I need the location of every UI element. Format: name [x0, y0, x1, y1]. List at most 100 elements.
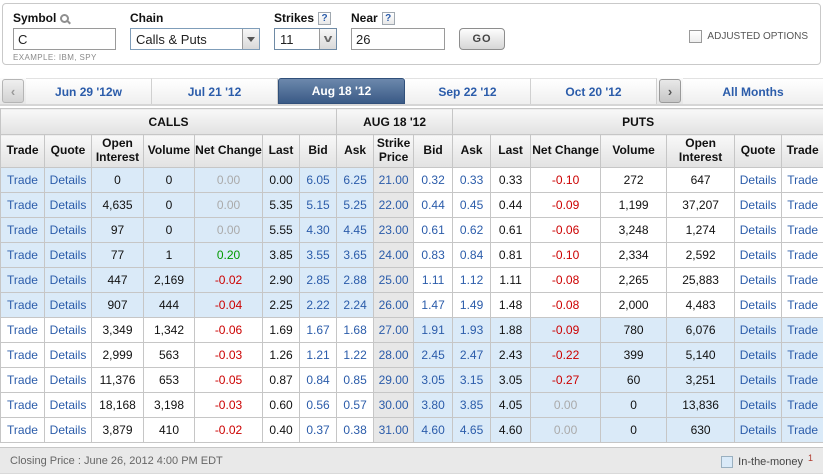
calls-details-link[interactable]: Details — [44, 167, 92, 193]
tab-all-months[interactable]: All Months — [683, 78, 823, 104]
puts-trade-link[interactable]: Trade — [781, 292, 823, 318]
calls-details-link[interactable]: Details — [44, 267, 92, 293]
calls-details-link[interactable]: Details — [44, 292, 92, 318]
strike-price[interactable]: 29.00 — [373, 367, 415, 393]
strike-price[interactable]: 21.00 — [373, 167, 415, 193]
next-expirations-arrow[interactable]: › — [659, 79, 681, 103]
puts-ask[interactable]: 0.62 — [452, 217, 492, 243]
puts-ask[interactable]: 3.15 — [452, 367, 492, 393]
puts-ask[interactable]: 1.93 — [452, 317, 492, 343]
calls-bid[interactable]: 4.30 — [298, 217, 338, 243]
calls-trade-link[interactable]: Trade — [0, 292, 45, 318]
puts-bid[interactable]: 1.47 — [413, 292, 454, 318]
go-button[interactable]: GO — [459, 28, 505, 50]
calls-bid[interactable]: 1.67 — [298, 317, 338, 343]
calls-trade-link[interactable]: Trade — [0, 342, 45, 368]
calls-bid[interactable]: 2.85 — [298, 267, 338, 293]
calls-bid[interactable]: 0.56 — [298, 392, 338, 418]
calls-bid[interactable]: 3.55 — [298, 242, 338, 268]
calls-bid[interactable]: 5.15 — [298, 192, 338, 218]
puts-trade-link[interactable]: Trade — [781, 342, 823, 368]
tab-jul-21-12[interactable]: Jul 21 '12 — [152, 78, 278, 104]
puts-bid[interactable]: 3.05 — [413, 367, 454, 393]
calls-ask[interactable]: 4.45 — [336, 217, 375, 243]
strikes-select[interactable]: 11 v — [274, 28, 337, 50]
puts-details-link[interactable]: Details — [734, 317, 783, 343]
puts-details-link[interactable]: Details — [734, 367, 783, 393]
near-help-icon[interactable]: ? — [381, 11, 395, 25]
tab-aug-18-12[interactable]: Aug 18 '12 — [278, 78, 405, 104]
calls-trade-link[interactable]: Trade — [0, 367, 45, 393]
puts-trade-link[interactable]: Trade — [781, 242, 823, 268]
strike-price[interactable]: 26.00 — [373, 292, 415, 318]
calls-ask[interactable]: 3.65 — [336, 242, 375, 268]
calls-ask[interactable]: 2.24 — [336, 292, 375, 318]
puts-details-link[interactable]: Details — [734, 292, 783, 318]
tab-oct-20-12[interactable]: Oct 20 '12 — [531, 78, 657, 104]
prev-expirations-arrow[interactable]: ‹ — [2, 79, 24, 103]
puts-bid[interactable]: 0.61 — [413, 217, 454, 243]
puts-bid[interactable]: 2.45 — [413, 342, 454, 368]
puts-trade-link[interactable]: Trade — [781, 367, 823, 393]
puts-ask[interactable]: 4.65 — [452, 417, 492, 443]
tab-sep-22-12[interactable]: Sep 22 '12 — [405, 78, 531, 104]
calls-trade-link[interactable]: Trade — [0, 242, 45, 268]
puts-trade-link[interactable]: Trade — [781, 167, 823, 193]
puts-details-link[interactable]: Details — [734, 217, 783, 243]
puts-trade-link[interactable]: Trade — [781, 392, 823, 418]
calls-trade-link[interactable]: Trade — [0, 217, 45, 243]
calls-details-link[interactable]: Details — [44, 367, 92, 393]
strike-price[interactable]: 22.00 — [373, 192, 415, 218]
puts-bid[interactable]: 1.91 — [413, 317, 454, 343]
puts-details-link[interactable]: Details — [734, 192, 783, 218]
puts-bid[interactable]: 0.83 — [413, 242, 454, 268]
puts-ask[interactable]: 1.12 — [452, 267, 492, 293]
calls-trade-link[interactable]: Trade — [0, 392, 45, 418]
calls-trade-link[interactable]: Trade — [0, 317, 45, 343]
strike-price[interactable]: 24.00 — [373, 242, 415, 268]
puts-ask[interactable]: 0.45 — [452, 192, 492, 218]
puts-trade-link[interactable]: Trade — [781, 192, 823, 218]
calls-ask[interactable]: 0.38 — [336, 417, 375, 443]
calls-ask[interactable]: 0.57 — [336, 392, 375, 418]
calls-ask[interactable]: 5.25 — [336, 192, 375, 218]
adjusted-options-checkbox[interactable] — [689, 30, 703, 43]
calls-ask[interactable]: 1.68 — [336, 317, 375, 343]
strike-price[interactable]: 23.00 — [373, 217, 415, 243]
puts-bid[interactable]: 3.80 — [413, 392, 454, 418]
calls-details-link[interactable]: Details — [44, 242, 92, 268]
puts-bid[interactable]: 0.32 — [413, 167, 454, 193]
puts-ask[interactable]: 1.49 — [452, 292, 492, 318]
calls-trade-link[interactable]: Trade — [0, 417, 45, 443]
strikes-help-icon[interactable]: ? — [318, 11, 332, 25]
puts-bid[interactable]: 4.60 — [413, 417, 454, 443]
strike-price[interactable]: 28.00 — [373, 342, 415, 368]
puts-bid[interactable]: 1.11 — [413, 267, 454, 293]
calls-trade-link[interactable]: Trade — [0, 167, 45, 193]
calls-details-link[interactable]: Details — [44, 217, 92, 243]
calls-details-link[interactable]: Details — [44, 342, 92, 368]
puts-details-link[interactable]: Details — [734, 342, 783, 368]
puts-trade-link[interactable]: Trade — [781, 317, 823, 343]
calls-details-link[interactable]: Details — [44, 417, 92, 443]
chain-select[interactable]: Calls & Puts — [130, 28, 260, 50]
strike-price[interactable]: 30.00 — [373, 392, 415, 418]
symbol-input[interactable] — [13, 28, 116, 50]
puts-details-link[interactable]: Details — [734, 267, 783, 293]
puts-trade-link[interactable]: Trade — [781, 267, 823, 293]
puts-ask[interactable]: 0.84 — [452, 242, 492, 268]
puts-ask[interactable]: 0.33 — [452, 167, 492, 193]
calls-bid[interactable]: 6.05 — [298, 167, 338, 193]
calls-bid[interactable]: 2.22 — [298, 292, 338, 318]
calls-details-link[interactable]: Details — [44, 317, 92, 343]
near-input[interactable] — [351, 28, 445, 50]
tab-jun-29-12w[interactable]: Jun 29 '12w — [26, 78, 152, 104]
puts-details-link[interactable]: Details — [734, 242, 783, 268]
calls-details-link[interactable]: Details — [44, 392, 92, 418]
calls-ask[interactable]: 2.88 — [336, 267, 375, 293]
puts-details-link[interactable]: Details — [734, 392, 783, 418]
calls-details-link[interactable]: Details — [44, 192, 92, 218]
strike-price[interactable]: 25.00 — [373, 267, 415, 293]
puts-ask[interactable]: 3.85 — [452, 392, 492, 418]
calls-ask[interactable]: 1.22 — [336, 342, 375, 368]
